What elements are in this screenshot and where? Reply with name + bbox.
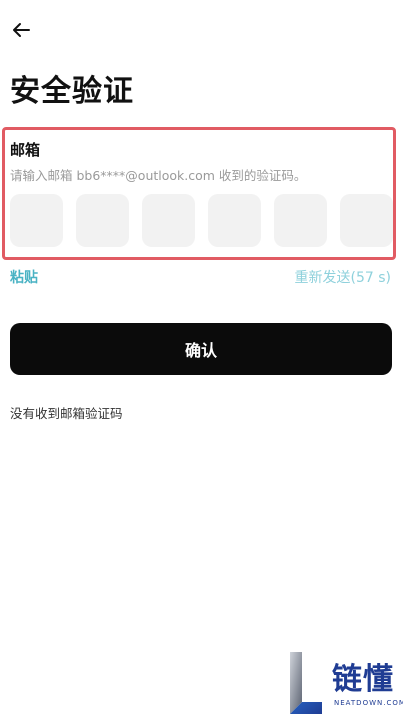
- no-code-link[interactable]: 没有收到邮箱验证码: [10, 403, 123, 422]
- code-digit-1[interactable]: [10, 194, 63, 247]
- code-digit-6[interactable]: [340, 194, 393, 247]
- watermark-subtext: NEATDOWN.COM: [334, 699, 403, 707]
- email-hint: 请输入邮箱 bb6****@outlook.com 收到的验证码。: [10, 168, 307, 183]
- watermark-logo-icon: [290, 652, 322, 714]
- back-button[interactable]: [8, 20, 34, 44]
- code-input-group: [10, 194, 393, 247]
- code-digit-2[interactable]: [76, 194, 129, 247]
- paste-button[interactable]: 粘贴: [10, 267, 38, 287]
- arrow-left-icon: [11, 22, 31, 42]
- watermark: 链懂 NEATDOWN.COM: [288, 650, 403, 716]
- resend-countdown: 重新发送(57 s): [294, 270, 391, 286]
- watermark-text: 链懂: [332, 662, 394, 697]
- confirm-button[interactable]: 确认: [10, 323, 392, 375]
- code-digit-3[interactable]: [142, 194, 195, 247]
- code-digit-4[interactable]: [208, 194, 261, 247]
- code-digit-5[interactable]: [274, 194, 327, 247]
- email-label: 邮箱: [10, 141, 41, 159]
- page-title: 安全验证: [10, 74, 134, 109]
